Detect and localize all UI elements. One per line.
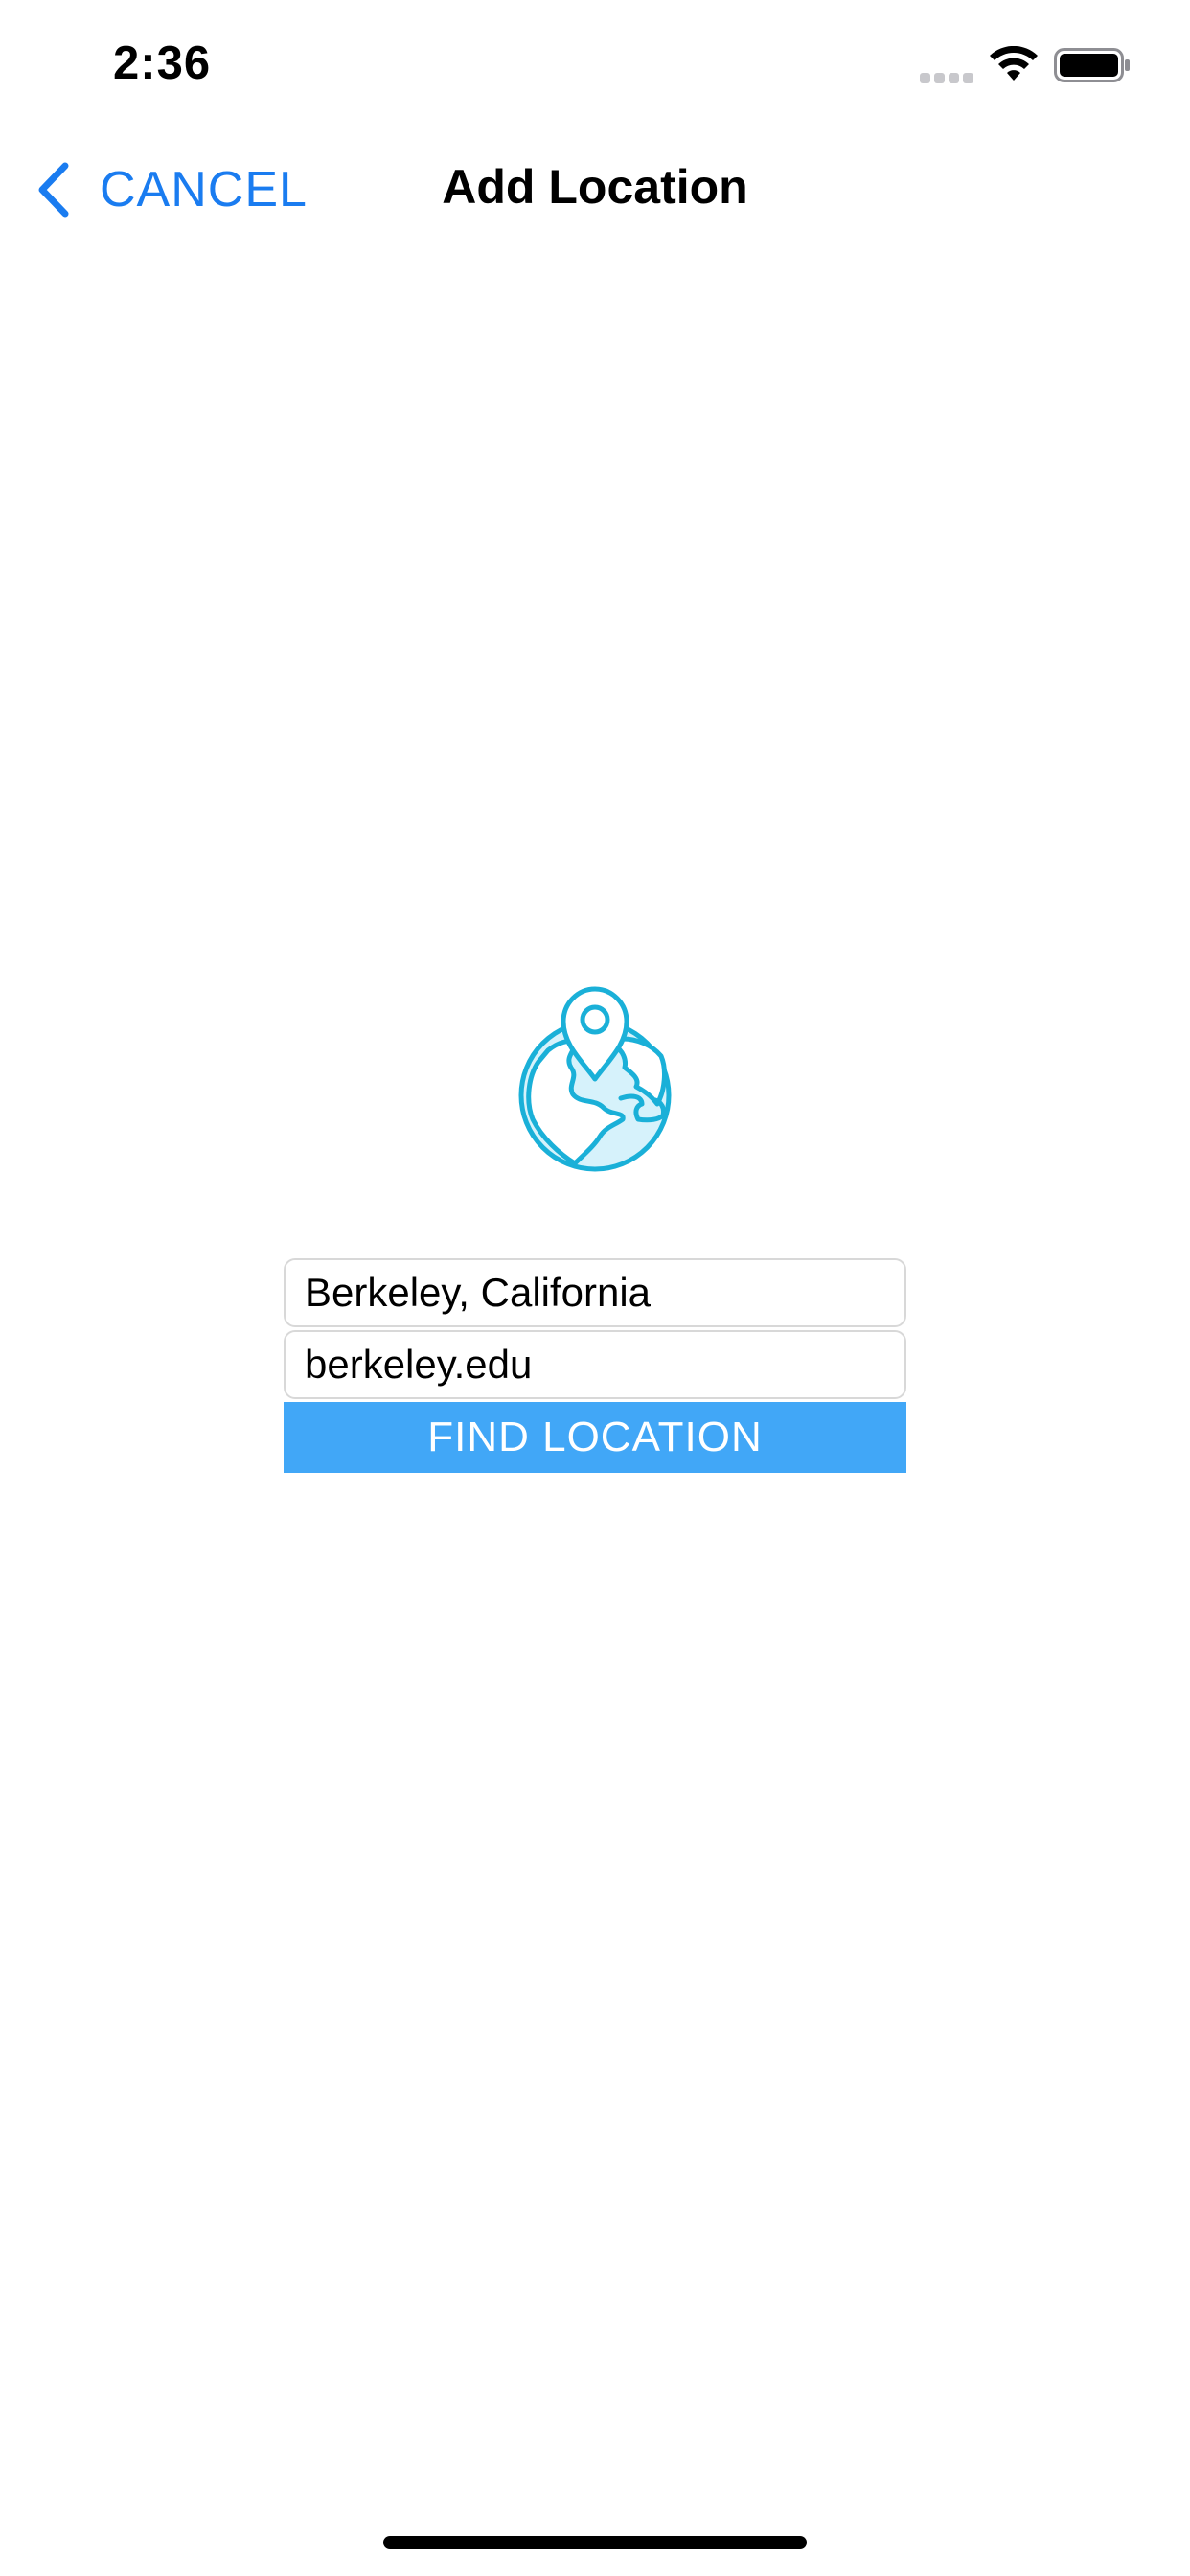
home-indicator[interactable] (383, 2536, 807, 2549)
globe-location-pin-icon (518, 986, 672, 1172)
find-location-button[interactable]: FIND LOCATION (284, 1402, 906, 1473)
location-input[interactable] (284, 1258, 906, 1327)
add-location-screen: 2:36 CANCEL Add Location F (0, 0, 1190, 2576)
wifi-icon (990, 46, 1038, 80)
status-bar-time: 2:36 (113, 37, 212, 89)
page-title: Add Location (442, 160, 748, 214)
battery-icon (1054, 48, 1130, 82)
website-input[interactable] (284, 1330, 906, 1399)
cellular-signal-icon (920, 73, 975, 84)
